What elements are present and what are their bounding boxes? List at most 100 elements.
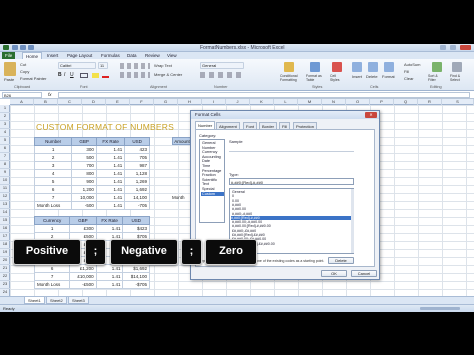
insert-cells-button[interactable]: Insert (352, 74, 362, 79)
dialog-tab-number[interactable]: Number (195, 121, 216, 129)
row-header[interactable]: 4 (0, 129, 10, 137)
dialog-tab-font[interactable]: Font (243, 122, 258, 129)
tab-data[interactable]: Data (124, 52, 140, 59)
autosum-button[interactable]: AutoSum (404, 62, 420, 67)
table-cell[interactable]: 3 (33, 161, 73, 170)
sort-filter-button[interactable]: Sort & Filter (428, 74, 446, 82)
row-header[interactable]: 19 (0, 249, 10, 257)
fx-icon[interactable]: fx (48, 92, 52, 97)
row-header[interactable]: 14 (0, 209, 10, 217)
table-cell[interactable]: -500 (71, 201, 97, 210)
table-cell[interactable]: Month Loss (33, 201, 73, 210)
conditional-formatting-button[interactable]: Conditional Formatting (280, 74, 304, 82)
table-cell[interactable]: 5 (33, 177, 73, 186)
table-cell[interactable]: -£500 (69, 280, 97, 289)
italic-button[interactable]: I (64, 72, 65, 78)
wrap-text-button[interactable]: Wrap Text (154, 63, 172, 68)
tab-file[interactable]: File (2, 52, 16, 59)
row-header[interactable]: 18 (0, 241, 10, 249)
table-cell[interactable]: 1.41 (95, 177, 126, 186)
category-list[interactable]: General Number Currency Accounting Date Time P… (199, 139, 225, 223)
table-cell[interactable]: -705 (124, 201, 150, 210)
table-cell[interactable]: 700 (71, 161, 97, 170)
row-header[interactable]: 16 (0, 225, 10, 233)
table-cell[interactable]: -$705 (122, 280, 150, 289)
ok-button[interactable]: OK (321, 270, 347, 277)
find-select-button[interactable]: Find & Select (450, 74, 470, 82)
row-header[interactable]: 10 (0, 177, 10, 185)
cell-styles-icon[interactable] (332, 62, 342, 72)
table-cell[interactable]: 6 (33, 185, 73, 194)
table-cell[interactable]: 1.41 (95, 224, 124, 233)
category-item[interactable]: Custom (201, 191, 224, 197)
dialog-tab-fill[interactable]: Fill (279, 122, 291, 129)
tab-page-layout[interactable]: Page Layout (64, 52, 95, 59)
fill-color-icon[interactable] (92, 73, 99, 78)
merge-center-button[interactable]: Merge & Center (154, 72, 182, 77)
table-cell[interactable]: $14,100 (122, 272, 150, 281)
row-header[interactable]: 17 (0, 233, 10, 241)
format-as-table-icon[interactable] (310, 62, 320, 72)
clear-button[interactable]: Clear (404, 76, 414, 81)
table-cell[interactable]: 7 (33, 272, 71, 281)
format-as-table-button[interactable]: Format as Table (306, 74, 326, 82)
table-cell[interactable]: 2 (33, 153, 73, 162)
fill-button[interactable]: Fill (404, 69, 409, 74)
tab-home[interactable]: Home (22, 52, 43, 59)
row-header[interactable]: 20 (0, 257, 10, 265)
align-buttons-row2[interactable] (120, 72, 150, 78)
row-header[interactable]: 8 (0, 161, 10, 169)
table-cell[interactable]: 1,269 (124, 177, 150, 186)
find-select-icon[interactable] (452, 62, 462, 72)
table-cell[interactable]: 4 (33, 169, 73, 178)
table-cell[interactable]: 1.41 (95, 185, 126, 194)
tab-formulas[interactable]: Formulas (98, 52, 123, 59)
zoom-slider[interactable] (420, 307, 460, 310)
format-painter-button[interactable]: Format Painter (20, 76, 46, 81)
tab-review[interactable]: Review (142, 52, 163, 59)
table-cell[interactable]: 1,692 (124, 185, 150, 194)
table-cell[interactable]: £300 (69, 224, 97, 233)
row-header[interactable]: 2 (0, 113, 10, 121)
table-cell[interactable]: Month Loss (33, 280, 71, 289)
redo-icon[interactable] (28, 45, 34, 50)
dialog-tab-border[interactable]: Border (259, 122, 278, 129)
table-cell[interactable]: 1.41 (95, 264, 124, 273)
table-cell[interactable]: 7 (33, 193, 73, 202)
sheet-tab-3[interactable]: Sheet3 (68, 297, 89, 304)
row-header[interactable]: 15 (0, 217, 10, 225)
table-cell[interactable]: £10,000 (69, 272, 97, 281)
dialog-tab-alignment[interactable]: Alignment (216, 122, 240, 129)
tab-insert[interactable]: Insert (44, 52, 61, 59)
table-cell[interactable]: 1.41 (95, 280, 124, 289)
row-header[interactable]: 5 (0, 137, 10, 145)
row-header[interactable]: 1 (0, 105, 10, 113)
font-color-icon[interactable] (102, 73, 109, 78)
save-icon[interactable] (12, 45, 18, 50)
table-cell[interactable]: 423 (124, 145, 150, 154)
table-cell[interactable]: 1.41 (95, 201, 126, 210)
sheet-tab-2[interactable]: Sheet2 (46, 297, 67, 304)
bold-button[interactable]: B (58, 72, 62, 78)
format-list-scrollbar[interactable] (351, 189, 354, 253)
tab-view[interactable]: View (164, 52, 180, 59)
underline-button[interactable]: U (70, 72, 74, 78)
table-cell[interactable]: 1.41 (95, 169, 126, 178)
row-header[interactable]: 23 (0, 281, 10, 289)
number-format-select[interactable]: General (200, 62, 244, 69)
table-cell[interactable]: 1.41 (95, 193, 126, 202)
conditional-formatting-icon[interactable] (284, 62, 294, 72)
cell-styles-button[interactable]: Cell Styles (330, 74, 346, 82)
table-cell[interactable]: 1 (33, 145, 73, 154)
table-cell[interactable]: 1.41 (95, 161, 126, 170)
row-header[interactable]: 3 (0, 121, 10, 129)
name-box[interactable]: B26 (2, 92, 42, 98)
close-icon[interactable] (460, 45, 471, 50)
type-input[interactable]: #,##0;[Red]-#,##0 (229, 178, 354, 185)
minimize-icon[interactable] (440, 45, 446, 50)
formula-input[interactable] (58, 92, 470, 98)
table-cell[interactable]: 1 (33, 224, 71, 233)
table-cell[interactable]: 800 (71, 169, 97, 178)
cut-button[interactable]: Cut (20, 62, 26, 67)
delete-cells-icon[interactable] (368, 62, 378, 72)
